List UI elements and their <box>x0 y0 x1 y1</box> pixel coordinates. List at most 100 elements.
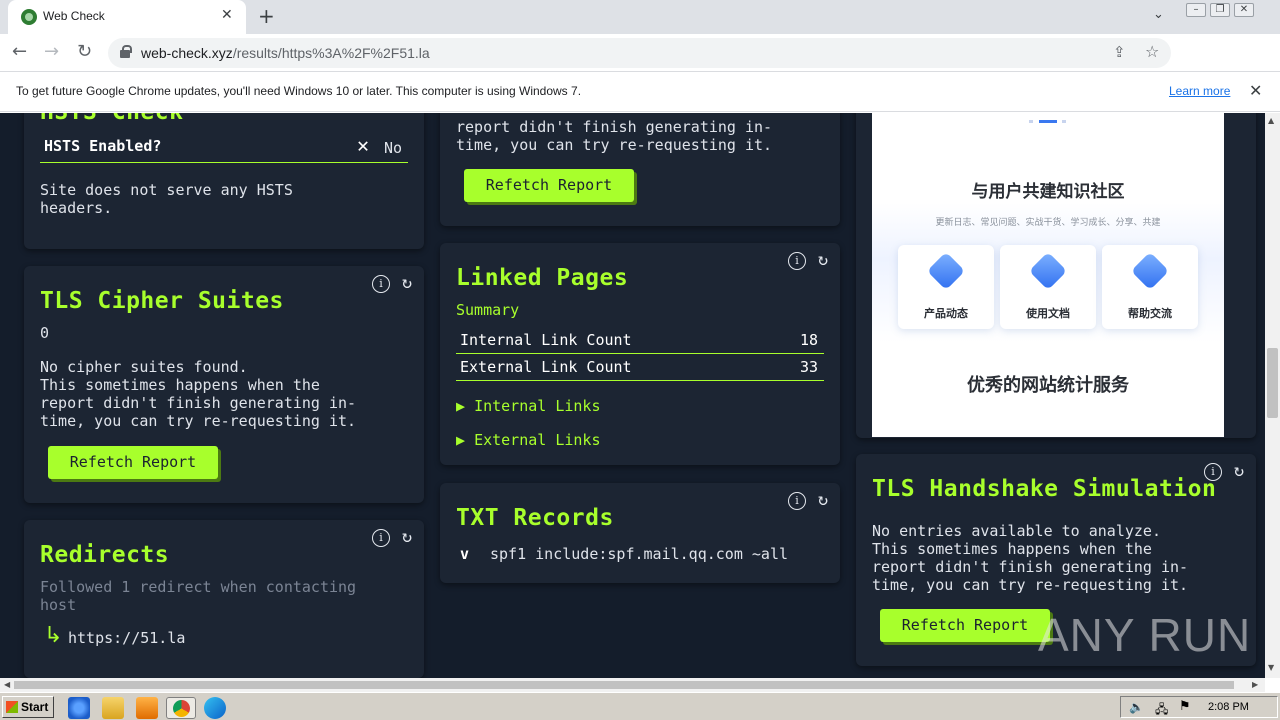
product-news-icon <box>926 251 966 291</box>
browser-toolbar: ← → ↻ web-check.xyz/results/https%3A%2F%… <box>0 34 1280 98</box>
media-player-icon[interactable] <box>136 697 158 719</box>
divider <box>456 380 824 381</box>
linked-pages-title: Linked Pages <box>456 265 629 291</box>
forward-arrow-icon[interactable]: → <box>44 41 59 62</box>
partial-report-card: report didn't finish generating in- time… <box>440 113 840 226</box>
flag-icon[interactable]: ⚑ <box>1179 699 1191 714</box>
scroll-right-arrow-icon[interactable]: ▶ <box>1252 680 1258 689</box>
scroll-down-arrow-icon[interactable]: ▼ <box>1268 663 1274 672</box>
cipher-count: 0 <box>40 324 50 342</box>
ie-icon[interactable] <box>68 697 90 719</box>
info-icon[interactable]: i <box>372 529 390 547</box>
embedded-page-card: 与用户共建知识社区 更新日志、常见问题、实战干货、学习成长、分享、共建 产品动态… <box>856 113 1256 438</box>
redirects-card: i ↻ Redirects Followed 1 redirect when c… <box>24 520 424 678</box>
favicon-icon <box>21 9 37 25</box>
infobar-close-icon[interactable]: ✕ <box>1249 81 1262 100</box>
volume-icon[interactable]: 🔈 <box>1129 700 1144 714</box>
refresh-icon[interactable]: ↻ <box>398 528 416 546</box>
lock-icon[interactable] <box>120 45 132 58</box>
minimize-button[interactable]: – <box>1186 3 1206 17</box>
scroll-up-arrow-icon[interactable]: ▲ <box>1268 116 1274 125</box>
page-scrollbar-thumb[interactable] <box>1267 348 1278 418</box>
results-page: HSTS Check HSTS Enabled? ✕ No Site does … <box>0 113 1265 678</box>
refresh-icon[interactable]: ↻ <box>1230 462 1248 480</box>
infobar-message: To get future Google Chrome updates, you… <box>16 84 582 98</box>
start-button[interactable]: Start <box>2 696 54 718</box>
new-tab-button[interactable]: + <box>258 4 275 28</box>
carousel-dots <box>1029 120 1066 123</box>
txt-records-title: TXT Records <box>456 505 614 531</box>
txt-record-value: spf1 include:spf.mail.qq.com ~all <box>490 545 789 563</box>
external-links-toggle[interactable]: ▶ External Links <box>456 431 601 449</box>
window-close-button[interactable]: ✕ <box>1234 3 1254 17</box>
internal-link-count-value: 18 <box>800 331 819 349</box>
tls-cipher-title: TLS Cipher Suites <box>40 288 284 314</box>
help-icon <box>1130 251 1170 291</box>
tab-title: Web Check <box>43 9 105 23</box>
bookmark-star-icon[interactable]: ☆ <box>1145 42 1159 61</box>
taskbar-clock[interactable]: 2:08 PM <box>1208 701 1249 713</box>
info-icon[interactable]: i <box>372 275 390 293</box>
embed-footer-heading: 优秀的网站统计服务 <box>967 375 1129 396</box>
divider <box>40 162 408 163</box>
back-arrow-icon[interactable]: ← <box>12 41 27 62</box>
summary-label: Summary <box>456 301 520 319</box>
embedded-site-preview[interactable]: 与用户共建知识社区 更新日志、常见问题、实战干货、学习成长、分享、共建 产品动态… <box>872 113 1224 437</box>
hsts-enabled-value: No <box>384 139 403 157</box>
linked-pages-card: i ↻ Linked Pages Summary Internal Link C… <box>440 243 840 465</box>
tls-handshake-title: TLS Handshake Simulation <box>872 476 1217 502</box>
refetch-report-button[interactable]: Refetch Report <box>464 169 634 202</box>
txt-records-card: i ↻ TXT Records v spf1 include:spf.mail.… <box>440 483 840 583</box>
hsts-title: HSTS Check <box>40 113 183 125</box>
share-icon[interactable]: ⇪ <box>1113 43 1126 61</box>
partial-report-message: report didn't finish generating in- time… <box>456 118 773 154</box>
chrome-icon <box>173 700 190 717</box>
hsts-enabled-label: HSTS Enabled? <box>44 137 162 155</box>
hsts-card: HSTS Check HSTS Enabled? ✕ No Site does … <box>24 113 424 249</box>
url-text[interactable]: web-check.xyz/results/https%3A%2F%2F51.l… <box>141 45 430 61</box>
tab-close-icon[interactable]: ✕ <box>221 7 233 23</box>
chrome-taskbar-button[interactable] <box>166 697 196 719</box>
restore-button[interactable]: ❐ <box>1210 3 1230 17</box>
tls-handshake-message: No entries available to analyze. This so… <box>872 522 1189 594</box>
edge-icon[interactable] <box>204 697 226 719</box>
horizontal-scrollbar[interactable]: ◀ ▶ <box>0 678 1265 692</box>
tab-strip: Web Check ✕ + ⌄ – ❐ ✕ <box>0 0 1280 34</box>
update-infobar: To get future Google Chrome updates, you… <box>0 72 1280 112</box>
explorer-folder-icon[interactable] <box>102 697 124 719</box>
tab-search-chevron-icon[interactable]: ⌄ <box>1153 7 1164 22</box>
network-icon[interactable]: 🖧 <box>1155 700 1168 720</box>
feature-card-help[interactable]: 帮助交流 <box>1102 245 1198 329</box>
feature-label: 使用文档 <box>1026 307 1070 320</box>
refetch-report-button[interactable]: Refetch Report <box>48 446 218 479</box>
txt-record-key: v <box>460 545 470 563</box>
refresh-icon[interactable]: ↻ <box>814 251 832 269</box>
reload-icon[interactable]: ↻ <box>77 41 92 62</box>
info-icon[interactable]: i <box>788 252 806 270</box>
page-scrollbar[interactable]: ▲ ▼ <box>1265 113 1280 678</box>
horizontal-scrollbar-thumb[interactable] <box>14 681 1234 689</box>
feature-label: 产品动态 <box>924 307 968 320</box>
internal-link-count-label: Internal Link Count <box>460 331 632 349</box>
tls-cipher-card: i ↻ TLS Cipher Suites 0 No cipher suites… <box>24 266 424 503</box>
refetch-report-button[interactable]: Refetch Report <box>880 609 1050 642</box>
refresh-icon[interactable]: ↻ <box>398 274 416 292</box>
cross-icon: ✕ <box>357 133 370 157</box>
internal-links-toggle[interactable]: ▶ Internal Links <box>456 397 601 415</box>
learn-more-link[interactable]: Learn more <box>1169 84 1230 98</box>
embed-subheading: 更新日志、常见问题、实战干货、学习成长、分享、共建 <box>935 218 1161 228</box>
address-bar[interactable]: web-check.xyz/results/https%3A%2F%2F51.l… <box>108 38 1171 68</box>
tab-web-check[interactable]: Web Check ✕ <box>8 0 246 34</box>
windows-taskbar: Start 🔈 🖧 ⚑ 2:08 PM <box>0 692 1280 720</box>
feature-card-docs[interactable]: 使用文档 <box>1000 245 1096 329</box>
info-icon[interactable]: i <box>788 492 806 510</box>
scroll-left-arrow-icon[interactable]: ◀ <box>4 680 10 689</box>
external-link-count-value: 33 <box>800 358 819 376</box>
tls-cipher-message: No cipher suites found. This sometimes h… <box>40 358 357 430</box>
feature-card-product-news[interactable]: 产品动态 <box>898 245 994 329</box>
redirect-target: https://51.la <box>68 629 186 647</box>
refresh-icon[interactable]: ↻ <box>814 491 832 509</box>
embed-heading: 与用户共建知识社区 <box>971 182 1125 202</box>
feature-label: 帮助交流 <box>1128 307 1172 320</box>
redirects-summary: Followed 1 redirect when contacting host <box>40 578 357 614</box>
